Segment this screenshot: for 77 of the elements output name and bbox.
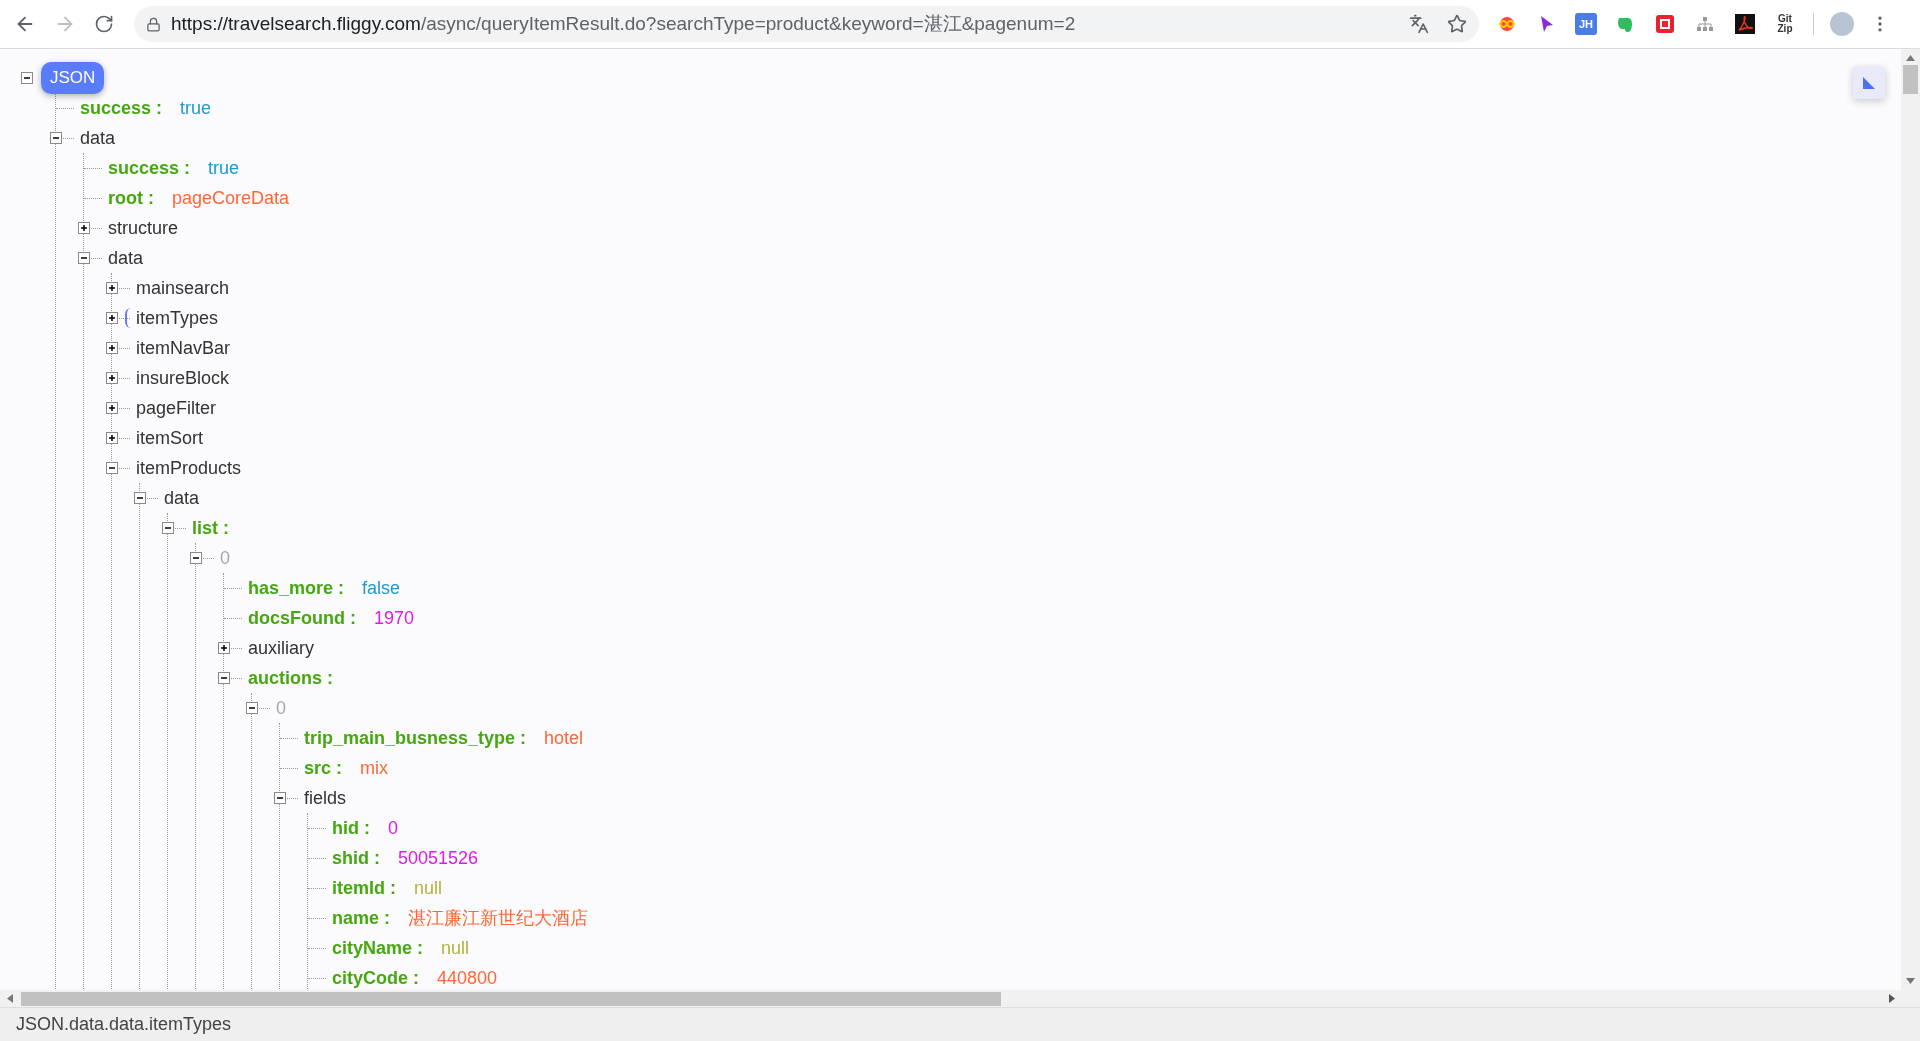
json-key: name : — [332, 904, 391, 932]
expand-icon[interactable] — [106, 432, 118, 444]
json-key: docsFound : — [248, 604, 356, 632]
tree-node-label[interactable]: data — [80, 124, 116, 152]
expand-icon[interactable] — [106, 372, 118, 384]
expand-icon[interactable] — [106, 342, 118, 354]
json-value: 1970 — [374, 606, 415, 630]
tree-node-label[interactable]: data — [164, 484, 200, 512]
json-value: 0 — [388, 816, 398, 840]
json-key: has_more : — [248, 574, 345, 602]
lock-icon — [146, 16, 161, 32]
json-key: success : — [80, 94, 163, 122]
json-key: src : — [304, 754, 343, 782]
scroll-left-icon[interactable] — [7, 994, 13, 1003]
collapse-icon[interactable] — [21, 72, 33, 84]
tree-node-label[interactable]: itemProducts — [136, 454, 242, 482]
json-key: success : — [108, 154, 191, 182]
address-bar[interactable]: https://travelsearch.fliggy.com/async/queryItemResult.do?searchType=product&keyword=湛江&pagenum=2 — [134, 6, 1479, 42]
json-key: itemId : — [332, 874, 396, 902]
json-key: cityCode : — [332, 964, 419, 990]
tree-node-label[interactable]: insureBlock — [136, 364, 230, 392]
json-key: shid : — [332, 844, 380, 872]
vertical-scrollbar[interactable] — [1901, 49, 1920, 990]
collapse-icon[interactable] — [218, 672, 230, 684]
pdf-icon[interactable] — [1733, 12, 1757, 36]
json-key: root : — [108, 184, 154, 212]
scroll-down-icon[interactable] — [1906, 978, 1915, 984]
json-value: hotel — [544, 726, 584, 750]
tree-node-label[interactable]: itemTypes — [136, 304, 219, 332]
star-icon[interactable] — [1447, 14, 1467, 34]
collapse-icon[interactable] — [274, 792, 286, 804]
json-value: pageCoreData — [172, 186, 290, 210]
json-value: mix — [360, 756, 389, 780]
json-value: 440800 — [437, 966, 498, 990]
json-key: cityName : — [332, 934, 424, 962]
json-root-badge[interactable]: JSON — [41, 62, 105, 94]
collapse-icon[interactable] — [246, 702, 258, 714]
expand-icon[interactable] — [218, 642, 230, 654]
collapse-icon[interactable] — [78, 252, 90, 264]
triangle-icon — [1862, 76, 1876, 90]
json-value: null — [414, 876, 443, 900]
json-key: trip_main_busness_type : — [304, 724, 527, 752]
collapse-icon[interactable] — [106, 462, 118, 474]
collapse-icon[interactable] — [50, 132, 62, 144]
expand-icon[interactable] — [78, 222, 90, 234]
expand-icon[interactable] — [106, 402, 118, 414]
json-value: 50051526 — [398, 846, 479, 870]
horizontal-scrollbar-thumb[interactable] — [21, 991, 1001, 1006]
tree-node-label[interactable]: data — [108, 244, 144, 272]
collapse-icon[interactable] — [162, 522, 174, 534]
tree-node-label[interactable]: mainsearch — [136, 274, 230, 302]
expand-icon[interactable] — [106, 312, 118, 324]
reload-icon[interactable] — [94, 14, 114, 34]
json-value: false — [362, 576, 401, 600]
tree-node-label[interactable]: fields — [304, 784, 347, 812]
status-path: JSON.data.data.itemTypes — [16, 1013, 232, 1036]
scroll-right-icon[interactable] — [1889, 994, 1895, 1003]
tree-node-label[interactable]: itemSort — [136, 424, 204, 452]
json-value: null — [441, 936, 470, 960]
collapse-icon[interactable] — [134, 492, 146, 504]
tree-node-label[interactable]: structure — [108, 214, 179, 242]
extension-gitzip-button[interactable]: Git Zip — [1773, 14, 1797, 34]
collapse-panel-button[interactable] — [1853, 67, 1885, 99]
json-key: hid : — [332, 814, 370, 842]
scroll-up-icon[interactable] — [1906, 55, 1915, 61]
json-value: true — [180, 96, 212, 120]
tree-node-label[interactable]: itemNavBar — [136, 334, 231, 362]
translate-icon[interactable] — [1409, 14, 1429, 34]
tree-node-label[interactable]: auxiliary — [248, 634, 315, 662]
json-value: true — [208, 156, 240, 180]
expand-icon[interactable] — [106, 282, 118, 294]
url-text: https://travelsearch.fliggy.com/async/queryItemResult.do?searchType=product&keyword=湛江&pagenum=2 — [171, 11, 1076, 36]
extension-jh-button[interactable]: JH — [1575, 13, 1597, 35]
collapse-icon[interactable] — [190, 552, 202, 564]
json-value: 湛江廉江新世纪大酒店 — [408, 906, 589, 930]
scrollbar-thumb[interactable] — [1903, 65, 1918, 94]
tree-node-label[interactable]: pageFilter — [136, 394, 217, 422]
